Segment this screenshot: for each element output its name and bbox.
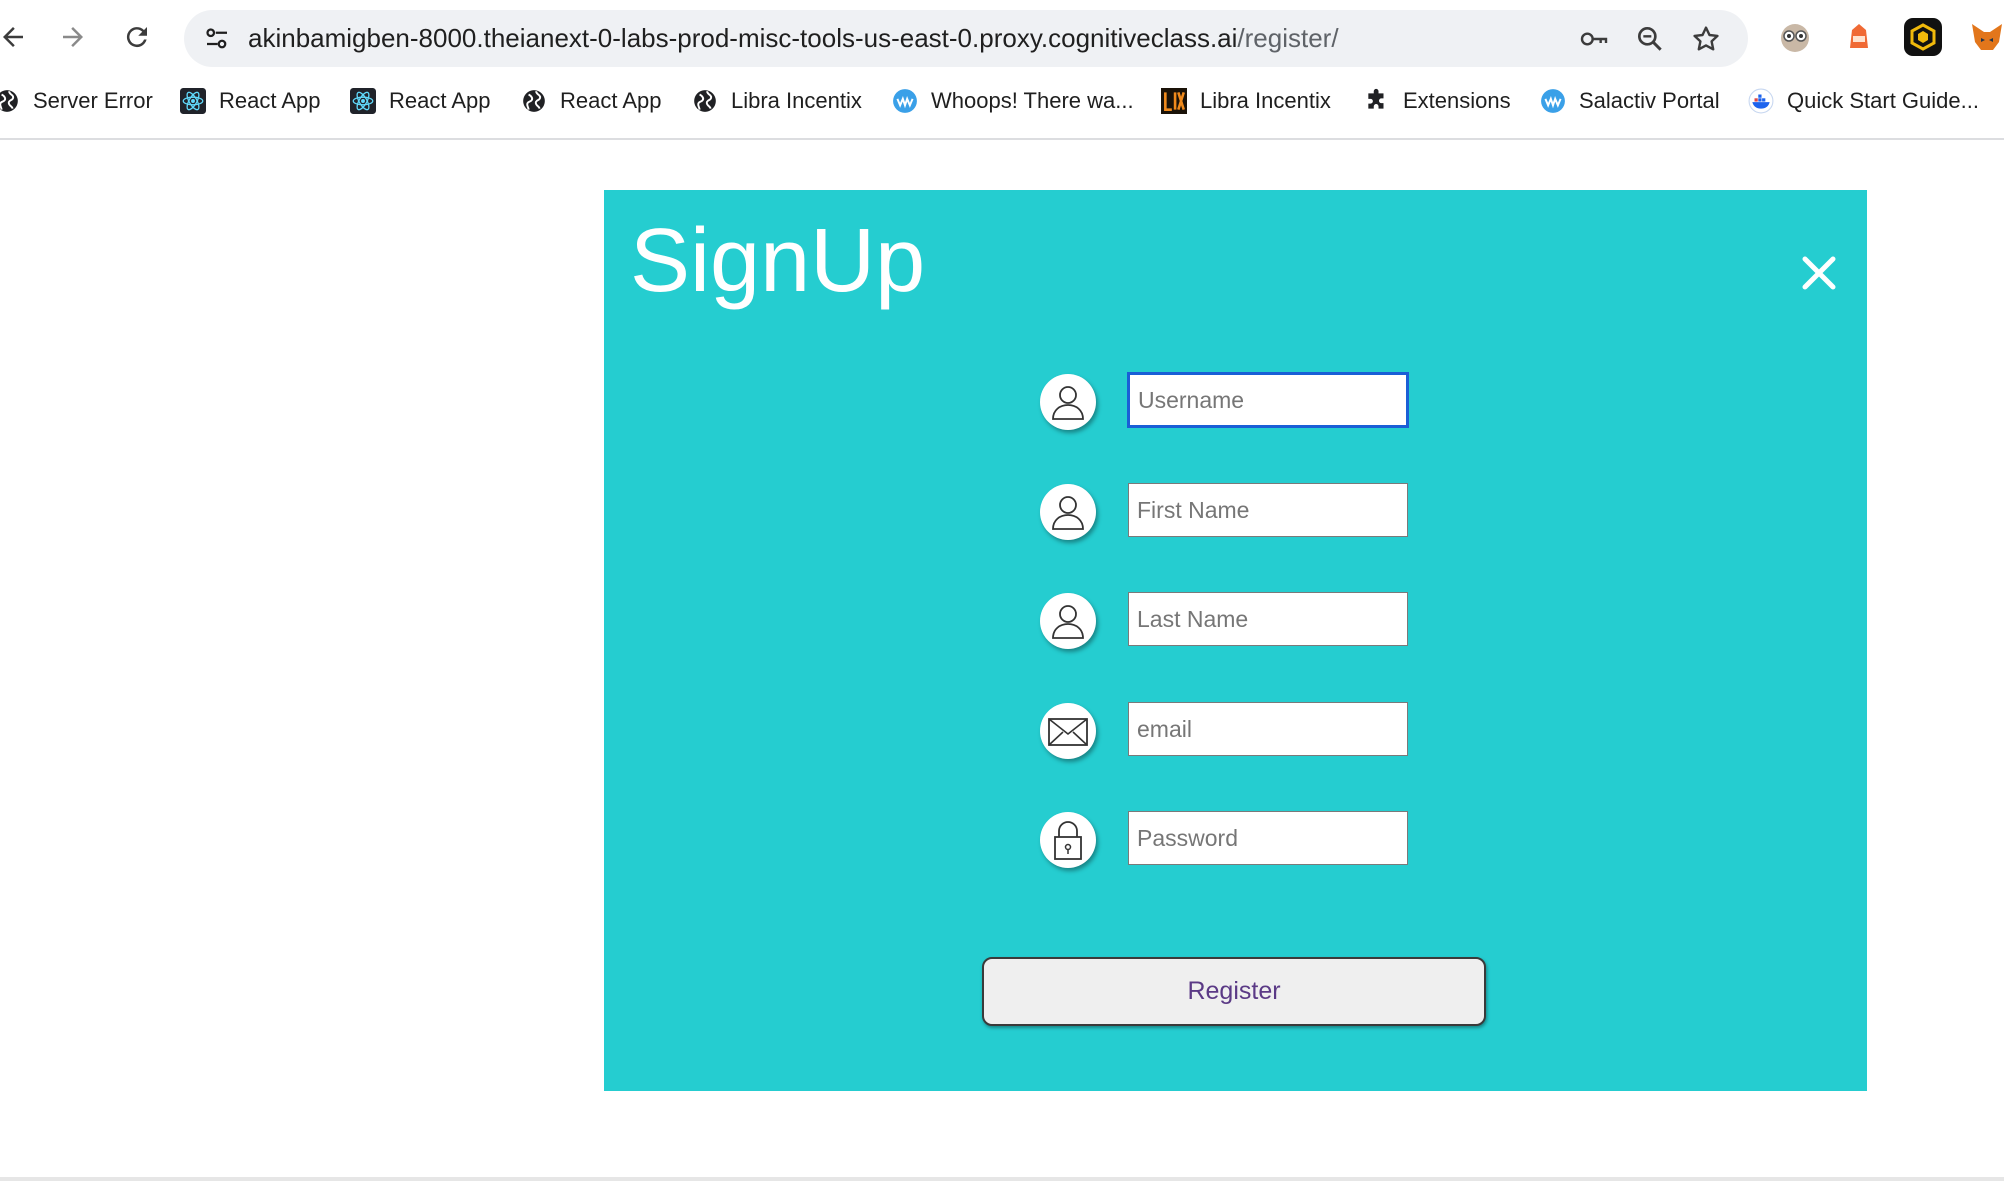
bookmark-label: Salactiv Portal bbox=[1579, 88, 1720, 113]
url-host: akinbamigben-8000.theianext-0-labs-prod-… bbox=[248, 23, 1238, 53]
wave-icon bbox=[893, 89, 917, 113]
email-icon-badge bbox=[1040, 703, 1096, 759]
user-icon bbox=[1052, 605, 1084, 639]
lix-icon bbox=[1161, 88, 1187, 114]
bookmark-item[interactable]: Quick Start Guide... bbox=[1748, 84, 1979, 118]
bookmark-label: React App bbox=[389, 88, 491, 113]
lock-icon bbox=[1054, 821, 1082, 860]
reload-button[interactable] bbox=[114, 14, 160, 60]
wave-icon bbox=[1541, 89, 1565, 113]
url-path: /register/ bbox=[1237, 23, 1339, 53]
react-icon bbox=[350, 88, 376, 114]
globe-icon bbox=[0, 90, 18, 112]
back-arrow-icon bbox=[3, 27, 23, 47]
bookmark-item[interactable]: Extensions bbox=[1364, 84, 1511, 118]
bookmark-label: Server Error bbox=[33, 88, 153, 113]
key-icon[interactable] bbox=[1578, 23, 1610, 55]
first-name-input[interactable] bbox=[1128, 483, 1408, 537]
reload-icon bbox=[126, 27, 147, 48]
bookmark-item[interactable]: Server Error bbox=[0, 84, 153, 118]
bookmark-label: Whoops! There wa... bbox=[931, 88, 1134, 113]
last-name-icon-badge bbox=[1040, 593, 1096, 649]
bookmarks-bar: Server Error React App React App React A… bbox=[0, 72, 2004, 140]
username-input[interactable] bbox=[1128, 373, 1408, 427]
bookmark-label: Libra Incentix bbox=[1200, 88, 1331, 113]
extension-owl-icon[interactable] bbox=[1776, 18, 1814, 56]
close-icon[interactable] bbox=[1800, 254, 1838, 292]
email-input[interactable] bbox=[1128, 702, 1408, 756]
docker-icon bbox=[1748, 88, 1774, 114]
page-bottom-border bbox=[0, 1177, 2004, 1181]
bookmark-item[interactable]: Whoops! There wa... bbox=[892, 84, 1134, 118]
bookmark-star-icon[interactable] bbox=[1690, 23, 1722, 55]
bookmark-item[interactable]: React App bbox=[350, 84, 491, 118]
bookmark-item[interactable]: Libra Incentix bbox=[692, 84, 862, 118]
address-bar[interactable]: akinbamigben-8000.theianext-0-labs-prod-… bbox=[184, 10, 1748, 67]
bookmark-item[interactable]: React App bbox=[521, 84, 662, 118]
globe-icon bbox=[523, 90, 545, 112]
forward-arrow-icon bbox=[63, 27, 83, 47]
signup-card: SignUp Register bbox=[604, 190, 1867, 1091]
bookmark-item[interactable]: React App bbox=[180, 84, 321, 118]
user-icon bbox=[1052, 496, 1084, 530]
bookmark-label: Libra Incentix bbox=[731, 88, 862, 113]
forward-button[interactable] bbox=[50, 14, 96, 60]
password-icon-badge bbox=[1040, 812, 1096, 868]
extension-metamask-icon[interactable] bbox=[1968, 18, 2004, 56]
username-icon-badge bbox=[1040, 374, 1096, 430]
bookmark-item[interactable]: Salactiv Portal bbox=[1540, 84, 1720, 118]
react-icon bbox=[180, 88, 206, 114]
extension-fox-icon[interactable] bbox=[1840, 18, 1878, 56]
puzzle-icon bbox=[1368, 88, 1384, 109]
bookmark-label: React App bbox=[560, 88, 662, 113]
bookmark-label: React App bbox=[219, 88, 321, 113]
bookmark-label: Quick Start Guide... bbox=[1787, 88, 1979, 113]
zoom-icon[interactable] bbox=[1634, 23, 1666, 55]
last-name-input[interactable] bbox=[1128, 592, 1408, 646]
bookmark-item[interactable]: Libra Incentix bbox=[1161, 84, 1331, 118]
globe-icon bbox=[694, 90, 716, 112]
extension-cube-icon[interactable] bbox=[1904, 18, 1942, 56]
first-name-icon-badge bbox=[1040, 484, 1096, 540]
site-settings-icon[interactable] bbox=[202, 24, 232, 54]
back-button[interactable] bbox=[0, 14, 36, 60]
bookmark-label: Extensions bbox=[1403, 88, 1511, 113]
signup-title: SignUp bbox=[630, 211, 926, 311]
user-icon bbox=[1052, 386, 1084, 420]
envelope-icon bbox=[1048, 718, 1088, 746]
password-input[interactable] bbox=[1128, 811, 1408, 865]
browser-toolbar: akinbamigben-8000.theianext-0-labs-prod-… bbox=[0, 0, 2004, 72]
register-button[interactable]: Register bbox=[982, 957, 1486, 1026]
url-text: akinbamigben-8000.theianext-0-labs-prod-… bbox=[248, 10, 1339, 67]
